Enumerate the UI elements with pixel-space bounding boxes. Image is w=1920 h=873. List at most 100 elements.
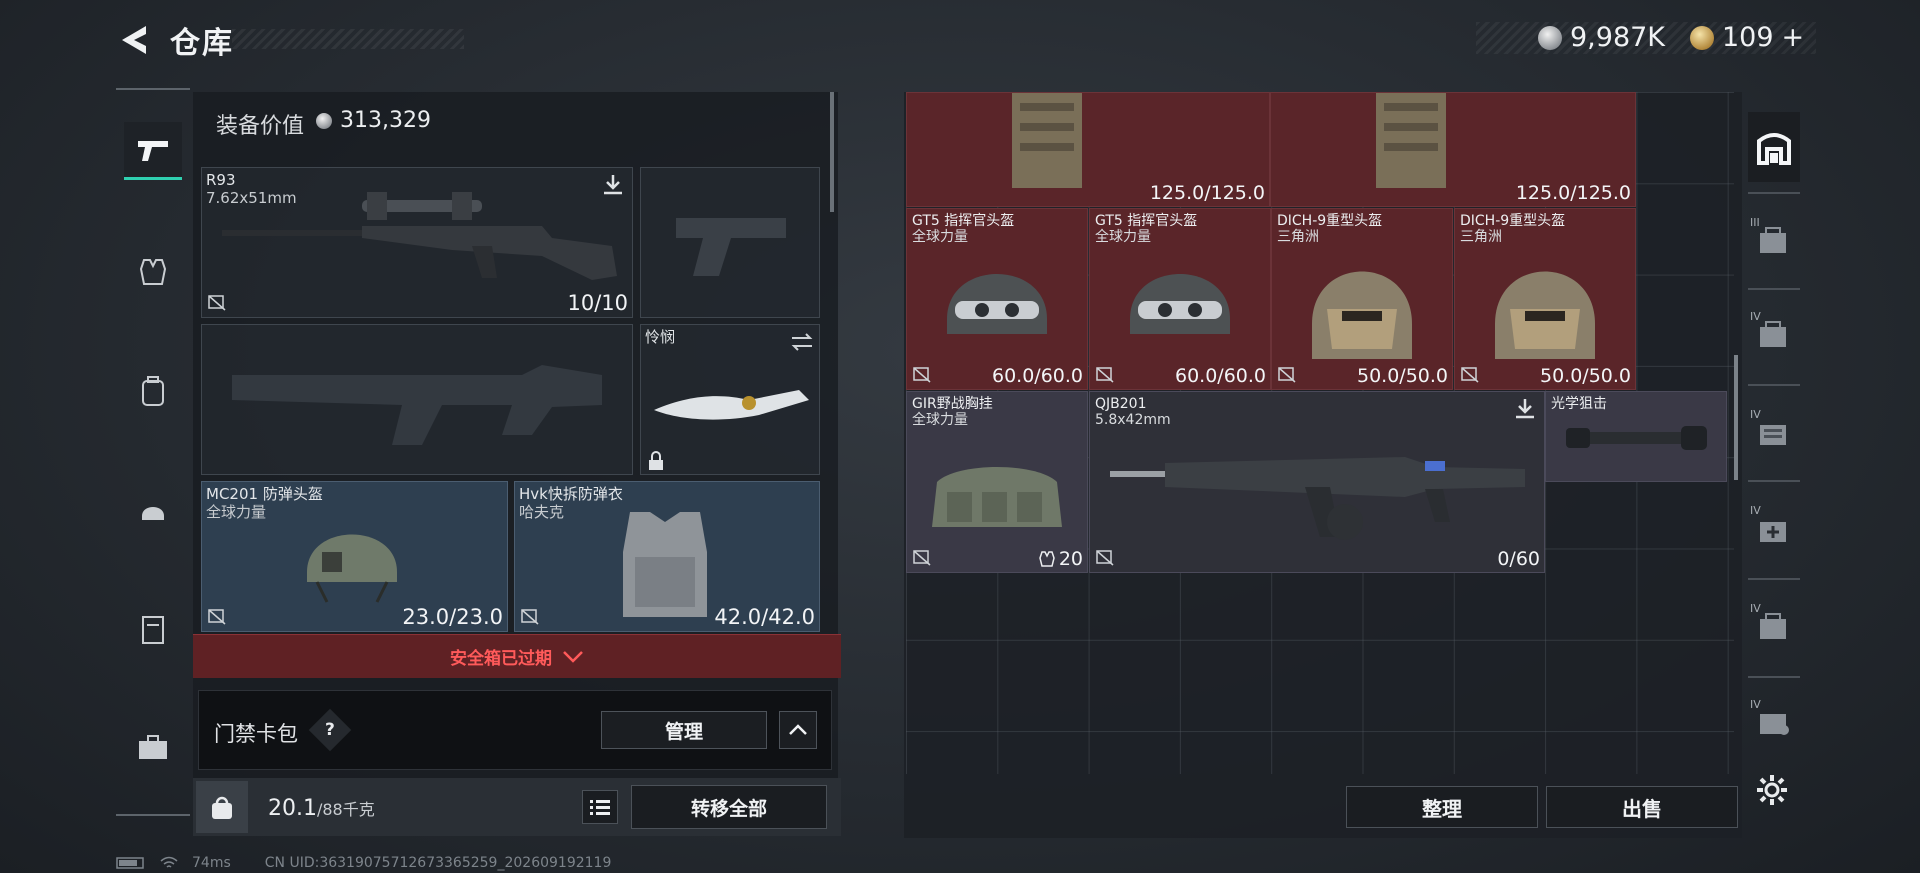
keycard-pack-label: 门禁卡包: [214, 722, 298, 746]
case-iv-icon: [1760, 425, 1786, 445]
storage-item-helmet[interactable]: DICH-9重型头盔 三角洲 50.0/50.0: [1454, 208, 1636, 390]
tab-storage[interactable]: [1748, 112, 1800, 182]
storage-item-helmet[interactable]: GT5 指挥官头盔 全球力量 60.0/60.0: [906, 208, 1088, 390]
not-insured-icon: [1096, 550, 1114, 566]
storage-item-durability: 125.0/125.0: [1149, 182, 1265, 204]
armor-plate-image: [1012, 93, 1082, 188]
back-button[interactable]: [116, 22, 152, 58]
tab-level-label: IV: [1750, 408, 1761, 421]
list-icon: [590, 800, 610, 815]
page-title: 仓库: [170, 26, 234, 61]
rail-item-helmet[interactable]: [124, 480, 182, 538]
case-iv-icon: [1760, 522, 1786, 542]
manage-button[interactable]: 管理: [601, 711, 767, 749]
storage-item-caliber: 5.8x42mm: [1095, 412, 1171, 428]
gold-coin-icon: [1690, 25, 1714, 50]
scope-image: [1566, 426, 1707, 450]
silver-coin-icon: [316, 112, 332, 129]
briefcase-icon: [139, 735, 167, 759]
sidearm-slot[interactable]: [640, 167, 820, 318]
armor-plate-image: [1376, 93, 1446, 188]
tab-case-iv[interactable]: IV: [1748, 692, 1800, 750]
download-icon[interactable]: [1512, 396, 1538, 422]
primary-weapon-slot[interactable]: R93 7.62x51mm 10/10: [201, 167, 633, 318]
tab-divider: [1748, 384, 1800, 386]
rail-item-weapons[interactable]: [124, 122, 182, 180]
tab-case-iv[interactable]: IV: [1748, 304, 1800, 364]
tab-divider: [1748, 192, 1800, 194]
storage-item-armor-1[interactable]: 125.0/125.0: [906, 92, 1270, 207]
latency-text: 74ms: [192, 855, 231, 871]
storage-item-durability: 60.0/60.0: [991, 365, 1083, 387]
storage-item-durability: 60.0/60.0: [1174, 365, 1266, 387]
storage-item-scope[interactable]: 光学狙击: [1545, 391, 1727, 482]
helmet-image: [947, 274, 1047, 334]
vest-icon: [139, 259, 167, 285]
gold-amount: 109: [1722, 22, 1774, 53]
rifle-image: [1110, 457, 1525, 540]
storage-item-name: QJB201: [1095, 396, 1147, 412]
storage-scrollbar[interactable]: [1734, 355, 1738, 480]
storage-item-durability: 125.0/125.0: [1515, 182, 1631, 204]
armor-slot[interactable]: Hvk快拆防弹衣 哈夫克 42.0/42.0: [514, 481, 820, 632]
helmet-icon: [142, 507, 164, 520]
storage-item-faction: 全球力量: [1095, 229, 1151, 245]
storage-item-helmet[interactable]: DICH-9重型头盔 三角洲 50.0/50.0: [1271, 208, 1453, 390]
tab-case-iv[interactable]: IV: [1748, 498, 1800, 560]
storage-item-armor-2[interactable]: 125.0/125.0: [1270, 92, 1636, 207]
case-iv-icon: [1760, 613, 1786, 639]
not-insured-icon: [208, 609, 226, 625]
vest-capacity-icon: [1039, 551, 1055, 567]
helmet-image: [307, 534, 397, 603]
helmet-image: [1130, 274, 1230, 334]
title-decoration: [232, 29, 464, 49]
melee-name: 怜悯: [645, 328, 676, 346]
rail-item-vest[interactable]: [124, 243, 182, 301]
rail-item-briefcase[interactable]: [124, 718, 182, 776]
melee-slot[interactable]: 怜悯: [640, 324, 820, 475]
not-insured-icon: [1278, 367, 1296, 383]
tab-case-iv[interactable]: IV: [1748, 402, 1800, 462]
rail-item-backpack[interactable]: [124, 362, 182, 420]
not-insured-icon: [913, 550, 931, 566]
weight-max: /88千克: [316, 800, 375, 819]
back-arrow-icon: [122, 26, 146, 54]
battery-icon: [116, 857, 144, 869]
not-insured-icon: [208, 295, 226, 311]
tab-case-iii[interactable]: III: [1748, 210, 1800, 270]
armor-vest-image: [623, 512, 707, 617]
swap-icon[interactable]: [789, 331, 815, 353]
sell-button[interactable]: 出售: [1546, 786, 1738, 828]
storage-item-rifle[interactable]: QJB201 5.8x42mm 0/60: [1089, 391, 1545, 573]
rail-item-case[interactable]: [124, 600, 182, 658]
gold-currency[interactable]: 109 +: [1690, 22, 1804, 53]
weight-value: 20.1/88千克: [268, 796, 375, 821]
safe-box-expired-bar[interactable]: 安全箱已过期: [193, 634, 841, 678]
storage-item-ammo: 0/60: [1497, 548, 1540, 570]
list-view-button[interactable]: [582, 790, 618, 824]
tab-divider: [1748, 480, 1800, 482]
case-iv-icon: [1760, 321, 1786, 347]
case-iii-icon: [1760, 227, 1786, 253]
storage-item-durability: 50.0/50.0: [1539, 365, 1631, 387]
helmet-slot[interactable]: MC201 防弹头盔 全球力量 23.0/23.0: [201, 481, 508, 632]
storage-item-helmet[interactable]: GT5 指挥官头盔 全球力量 60.0/60.0: [1089, 208, 1271, 390]
uid-text: CN UID:3631907571267336525­9_20260919211…: [264, 855, 612, 871]
sniper-rifle-image: [222, 192, 617, 280]
sort-button[interactable]: 整理: [1346, 786, 1538, 828]
not-insured-icon: [1461, 367, 1479, 383]
storage-item-faction: 三角洲: [1277, 229, 1319, 245]
lock-icon: [649, 451, 663, 470]
tab-level-label: IV: [1750, 504, 1761, 517]
settings-button[interactable]: [1752, 770, 1792, 810]
transfer-all-button[interactable]: 转移全部: [631, 785, 827, 829]
add-gold-button[interactable]: +: [1782, 22, 1805, 53]
loadout-scrollbar[interactable]: [830, 92, 834, 212]
secondary-weapon-slot[interactable]: [201, 324, 633, 475]
safe-box-expired-text: 安全箱已过期: [450, 649, 552, 669]
tab-case-iv[interactable]: IV: [1748, 596, 1800, 656]
collapse-button[interactable]: [779, 711, 817, 749]
storage-item-chest-rig[interactable]: GIR野战胸挂 全球力量 20: [906, 391, 1088, 573]
primary-weapon-ammo: 10/10: [567, 291, 628, 315]
storage-item-faction: 全球力量: [912, 412, 968, 428]
